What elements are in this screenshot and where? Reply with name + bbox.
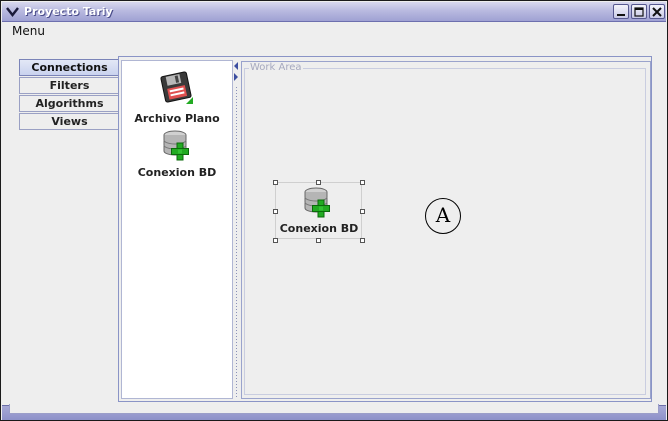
resize-handle[interactable] — [316, 238, 321, 243]
component-palette: Archivo Plano Conexion BD — [121, 60, 233, 399]
annotation-marker: A — [425, 198, 461, 234]
collapse-left-icon[interactable] — [233, 62, 240, 70]
palette-item-conexion-bd[interactable]: Conexion BD — [122, 129, 232, 179]
minimize-icon — [617, 14, 625, 16]
work-area-title: Work Area — [249, 62, 303, 73]
window-bottom-inner — [9, 404, 659, 414]
menu-bar: Menu — [2, 22, 666, 43]
floppy-disk-icon — [160, 71, 193, 104]
resize-handle[interactable] — [273, 209, 278, 214]
tab-label: Views — [51, 115, 88, 128]
minimize-button[interactable] — [613, 4, 629, 19]
tab-label: Filters — [49, 79, 90, 92]
tab-views[interactable]: Views — [19, 113, 119, 130]
resize-handle[interactable] — [273, 238, 278, 243]
resize-handle[interactable] — [316, 180, 321, 185]
database-add-icon — [304, 187, 330, 218]
tab-filters[interactable]: Filters — [19, 77, 119, 94]
database-add-icon — [163, 130, 189, 161]
resize-handle[interactable] — [360, 180, 365, 185]
splitter-grip — [236, 87, 237, 397]
resize-handle[interactable] — [273, 180, 278, 185]
workarea-node-conexion-bd[interactable]: Conexion BD — [273, 180, 365, 243]
palette-item-archivo-plano[interactable]: Archivo Plano — [122, 71, 232, 125]
resize-handle[interactable] — [360, 238, 365, 243]
maximize-button[interactable] — [631, 4, 647, 19]
node-label: Conexion BD — [279, 222, 359, 235]
window-title: Proyecto Tariy — [24, 5, 113, 18]
tab-label: Algorithms — [35, 97, 104, 110]
close-button[interactable] — [649, 4, 665, 19]
palette-item-label: Conexion BD — [137, 166, 217, 179]
expand-right-icon[interactable] — [233, 73, 240, 81]
resize-handle[interactable] — [360, 209, 365, 214]
title-bar[interactable]: Proyecto Tariy — [2, 2, 666, 22]
maximize-icon — [634, 7, 644, 17]
app-window: Proyecto Tariy Menu Connections Filters … — [0, 0, 668, 421]
tab-label: Connections — [31, 61, 108, 74]
system-menu-icon[interactable] — [5, 4, 20, 19]
close-icon — [652, 7, 662, 17]
menu-item-menu[interactable]: Menu — [12, 24, 45, 38]
palette-item-label: Archivo Plano — [134, 112, 220, 125]
tab-connections[interactable]: Connections — [19, 59, 119, 76]
tab-algorithms[interactable]: Algorithms — [19, 95, 119, 112]
